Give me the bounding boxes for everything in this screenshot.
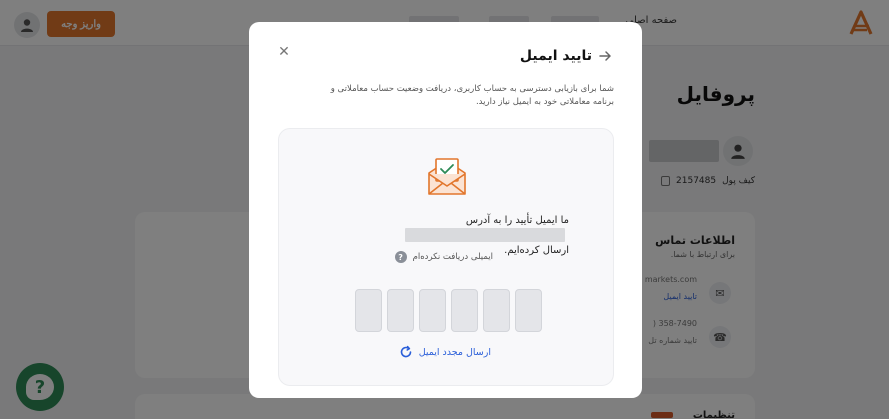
question-icon: ? [394, 251, 407, 263]
close-icon[interactable]: ✕ [277, 44, 291, 58]
arrow-right-icon[interactable] [598, 49, 612, 63]
modal-description: شما برای بازیابی دسترسی به حساب کاربری، … [330, 84, 614, 107]
not-received-label: ایمیلی دریافت نکرده‌ام [412, 252, 493, 262]
sent-suffix: ارسال کرده‌ایم. [504, 245, 569, 256]
otp-digit-input[interactable] [419, 289, 446, 332]
sent-prefix: ما ایمیل تأیید را به آدرس [465, 215, 569, 226]
verify-email-modal: تایید ایمیل ✕ شما برای بازیابی دسترسی به… [249, 22, 642, 398]
redacted-email-address [405, 228, 565, 242]
email-envelope-icon [428, 158, 466, 195]
verification-panel: ما ایمیل تأیید را به آدرس ارسال کرده‌ایم… [278, 128, 614, 386]
modal-title: تایید ایمیل [519, 48, 592, 64]
otp-digit-input[interactable] [451, 289, 478, 332]
otp-digit-input[interactable] [483, 289, 510, 332]
resend-label: ارسال مجدد ایمیل [418, 346, 491, 358]
not-received-link[interactable]: ایمیلی دریافت نکرده‌ام ? [394, 251, 493, 263]
otp-digit-input[interactable] [387, 289, 414, 332]
otp-digit-input[interactable] [515, 289, 542, 332]
resend-email-link[interactable]: ارسال مجدد ایمیل [399, 345, 491, 359]
otp-input-group [355, 289, 542, 332]
refresh-icon [400, 345, 411, 358]
otp-digit-input[interactable] [355, 289, 382, 332]
